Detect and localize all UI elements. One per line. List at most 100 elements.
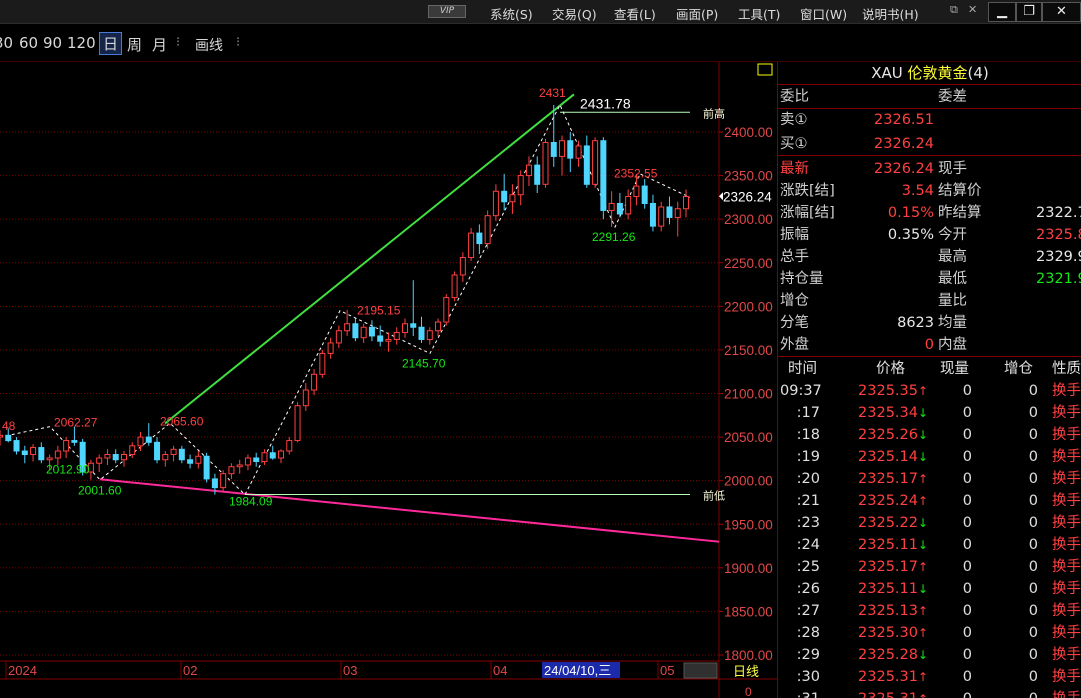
close-small-icon[interactable]: ✕ — [968, 3, 977, 16]
candle-up — [54, 450, 61, 459]
quote-label: 增仓 — [780, 293, 809, 309]
buy-row: 买① 2326.24 — [778, 133, 1081, 155]
menu-tools[interactable]: 工具(T) — [738, 4, 780, 23]
candle-up — [335, 330, 342, 344]
candle-up — [46, 457, 53, 461]
maximize-icon[interactable]: ❐ — [1016, 2, 1042, 22]
price-axis-label: 2400.00 — [724, 125, 773, 140]
arrow-down-icon: ↓ — [918, 648, 929, 662]
candle-down — [476, 232, 483, 245]
candle-down — [418, 326, 425, 340]
th-price: 价格 — [876, 361, 905, 377]
vip-badge[interactable]: VIP — [428, 5, 466, 18]
tick-row[interactable]: :23 2325.22 ↓ 0 0 换手 — [778, 512, 1081, 534]
date-label: 2024 — [8, 663, 37, 678]
tick-row[interactable]: :312325.31↑00换手 — [778, 688, 1081, 698]
tick-row[interactable]: :20 2325.17 ↑ 0 0 换手 — [778, 468, 1081, 490]
menu-view[interactable]: 查看(L) — [614, 4, 656, 23]
candle-down — [352, 323, 359, 339]
candle-up — [393, 331, 400, 340]
candles — [0, 104, 689, 495]
tick-time: :29 — [796, 647, 820, 663]
period-120-button[interactable]: 120 — [67, 34, 96, 52]
quote-label-2: 昨结算 — [938, 205, 982, 221]
tick-time: :23 — [796, 515, 820, 531]
quote-value: 0.35% — [887, 227, 934, 243]
tick-row[interactable]: :24 2325.11 ↓ 0 0 换手 — [778, 534, 1081, 556]
candle-up — [120, 454, 127, 461]
tick-nature: 换手 — [1052, 688, 1081, 698]
quote-label: 持仓量 — [780, 271, 824, 287]
tick-price: 2325.22 — [858, 515, 918, 531]
tick-row[interactable]: :18 2325.26 ↓ 0 0 换手 — [778, 424, 1081, 446]
tick-price: 2325.11 — [858, 537, 918, 553]
candle-up — [261, 452, 268, 462]
arrow-down-icon: ↓ — [918, 538, 929, 552]
candle-down — [154, 441, 161, 461]
close-icon[interactable]: ✕ — [1042, 2, 1081, 22]
period-60-button[interactable]: 60 — [19, 34, 38, 52]
candle-up — [129, 445, 136, 456]
quote-label-2: 最低 — [938, 271, 967, 287]
price-annotation: 2062.27 — [54, 415, 98, 429]
candle-up — [459, 257, 466, 276]
scroll-thumb — [683, 662, 718, 679]
menu-trade[interactable]: 交易(Q) — [552, 4, 597, 23]
period-30-button[interactable]: 30 — [0, 34, 13, 52]
minimize-icon[interactable]: ▁ — [988, 2, 1016, 22]
th-volume: 现量 — [940, 361, 969, 377]
candlestick-chart[interactable]: 2400.00 2350.00 2300.00 2250.00 2200.00 2150.… — [0, 62, 777, 698]
tick-row[interactable]: 09:37 2325.35 ↑ 0 0 换手 — [778, 380, 1081, 402]
quote-row: 振幅 0.35%今开 2325.8 — [778, 224, 1081, 246]
candle-down — [145, 436, 152, 443]
tick-price: 2325.35 — [858, 383, 918, 399]
candle-down — [38, 447, 45, 461]
buy-label: 买① — [780, 136, 808, 152]
arrow-down-icon: ↓ — [918, 428, 929, 442]
tick-row[interactable]: :17 2325.34 ↓ 0 0 换手 — [778, 402, 1081, 424]
tick-nature: 换手 — [1052, 449, 1081, 465]
tick-row[interactable]: :30 2325.31 ↑ 0 0 换手 — [778, 666, 1081, 688]
tick-increase: 0 — [1028, 383, 1038, 399]
th-increase: 增仓 — [1004, 361, 1033, 377]
candle-up — [633, 185, 640, 198]
menu-window[interactable]: 窗口(W) — [800, 4, 847, 23]
period-month-button[interactable]: 月 — [152, 34, 167, 55]
tick-row[interactable]: :29 2325.28 ↓ 0 0 换手 — [778, 644, 1081, 666]
candle-up — [360, 326, 367, 339]
tick-row[interactable]: :28 2325.30 ↑ 0 0 换手 — [778, 622, 1081, 644]
tick-volume: 0 — [928, 688, 972, 698]
menu-screen[interactable]: 画面(P) — [676, 4, 718, 23]
restore-small-icon[interactable]: ⧉ — [950, 3, 958, 17]
tick-row[interactable]: :26 2325.11 ↓ 0 0 换手 — [778, 578, 1081, 600]
uptrend-line — [164, 93, 575, 425]
menu-system[interactable]: 系统(S) — [490, 4, 533, 23]
candle-down — [583, 145, 590, 185]
menu-help[interactable]: 说明书(H) — [862, 4, 919, 23]
tick-nature: 换手 — [1052, 581, 1081, 597]
tick-price: 2325.28 — [858, 647, 918, 663]
tick-row[interactable]: :25 2325.17 ↑ 0 0 换手 — [778, 556, 1081, 578]
tick-row[interactable]: :19 2325.14 ↓ 0 0 换手 — [778, 446, 1081, 468]
arrow-down-icon: ↓ — [918, 582, 929, 596]
tick-increase: 0 — [978, 688, 1038, 698]
price-annotation: 48 — [2, 419, 16, 433]
draw-line-button[interactable]: 画线 — [195, 35, 223, 55]
period-90-button[interactable]: 90 — [43, 34, 62, 52]
sell-label: 卖① — [780, 112, 808, 128]
price-axis-label: 1850.00 — [724, 604, 773, 619]
price-annotation: 2431.78 — [580, 95, 631, 111]
crosshair-date-label: 24/04/10,三 — [544, 663, 611, 678]
tick-row[interactable]: :27 2325.13 ↑ 0 0 换手 — [778, 600, 1081, 622]
period-week-button[interactable]: 周 — [127, 34, 142, 55]
price-axis-label: 1900.00 — [724, 561, 773, 576]
tick-row[interactable]: :21 2325.24 ↑ 0 0 换手 — [778, 490, 1081, 512]
tick-time: :27 — [796, 603, 820, 619]
period-day-button[interactable]: 日 — [99, 32, 123, 55]
tick-time: :26 — [796, 581, 820, 597]
quote-value-2: 2321.9 — [1036, 271, 1081, 287]
downtrend-line — [99, 478, 720, 543]
candle-up — [608, 202, 615, 211]
tick-volume: 0 — [962, 515, 972, 531]
tick-increase: 0 — [1028, 537, 1038, 553]
